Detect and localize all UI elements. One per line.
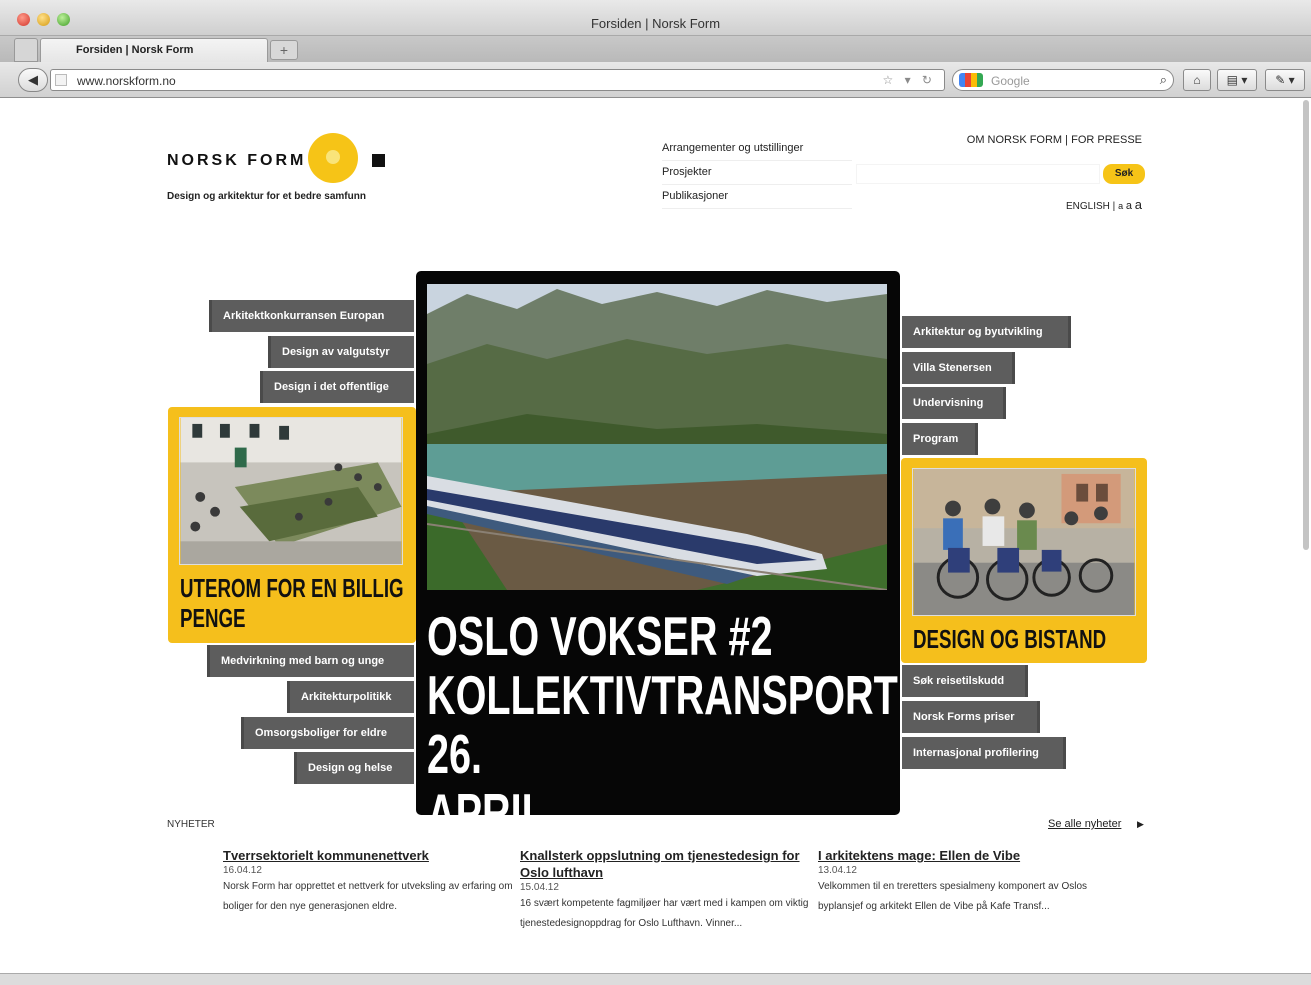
- url-text: www.norskform.no: [77, 74, 176, 88]
- home-button[interactable]: ⌂: [1183, 69, 1211, 91]
- bookmarks-button[interactable]: ▤ ▾: [1217, 69, 1257, 91]
- news-date: 15.04.12: [520, 882, 559, 893]
- tag-program[interactable]: Program: [902, 423, 978, 455]
- news-title-link[interactable]: I arkitektens mage: Ellen de Vibe: [818, 847, 1118, 864]
- nav-item-publikasjoner[interactable]: Publikasjoner: [662, 185, 852, 209]
- news-item: I arkitektens mage: Ellen de Vibe 13.04.…: [818, 847, 1118, 916]
- search-bar[interactable]: Google ⌕: [952, 69, 1174, 91]
- tag-design-av-valgutstyr[interactable]: Design av valgutstyr: [268, 336, 414, 368]
- search-button[interactable]: Søk: [1103, 164, 1145, 184]
- news-item: Knallsterk oppslutning om tjenestedesign…: [520, 847, 810, 933]
- feature-title-design-og-bistand[interactable]: DESIGN OG BISTAND: [913, 624, 1143, 654]
- hero-title[interactable]: OSLO VOKSER #2 KOLLEKTIVTRANSPORT 26. AP…: [427, 605, 898, 844]
- link-for-presse[interactable]: FOR PRESSE: [1071, 134, 1142, 146]
- hero-title-line3: APRIL: [427, 782, 546, 844]
- news-excerpt: Norsk Form har opprettet et nettverk for…: [223, 881, 513, 912]
- site-logo-text[interactable]: NORSK FORM: [167, 152, 306, 170]
- news-section-label: NYHETER: [167, 819, 215, 830]
- news-item: Tverrsektorielt kommunenettverk 16.04.12…: [223, 847, 513, 916]
- tag-norsk-forms-priser[interactable]: Norsk Forms priser: [902, 701, 1040, 733]
- hero-title-line1: OSLO VOKSER #2: [427, 605, 773, 667]
- news-date: 16.04.12: [223, 865, 262, 876]
- news-title-link[interactable]: Knallsterk oppslutning om tjenestedesign…: [520, 847, 810, 881]
- top-navigation: Arrangementer og utstillinger Prosjekter…: [662, 137, 852, 209]
- tag-design-og-helse[interactable]: Design og helse: [294, 752, 414, 784]
- new-tab-button[interactable]: +: [270, 40, 298, 60]
- hero-title-line2: KOLLEKTIVTRANSPORT 26.: [427, 664, 898, 785]
- search-placeholder: Google: [991, 74, 1030, 88]
- tag-arkitekturpolitikk[interactable]: Arkitekturpolitikk: [287, 681, 414, 713]
- news-title-link[interactable]: Tverrsektorielt kommunenettverk: [223, 847, 513, 864]
- window-titlebar: Forsiden | Norsk Form: [0, 0, 1311, 36]
- tab-bar: Forsiden | Norsk Form +: [0, 36, 1311, 62]
- tag-medvirkning-med-barn-og-unge[interactable]: Medvirkning med barn og unge: [207, 645, 414, 677]
- link-om-norsk-form[interactable]: OM NORSK FORM: [967, 134, 1062, 146]
- tab-list-button[interactable]: [14, 38, 38, 62]
- courtyard-photo: [179, 417, 403, 565]
- text-size-medium[interactable]: a: [1126, 200, 1132, 212]
- news-excerpt: Velkommen til en treretters spesialmeny …: [818, 881, 1087, 912]
- favicon-icon: [55, 74, 67, 86]
- text-size-small[interactable]: a: [1118, 201, 1123, 211]
- train-landscape-photo: [427, 284, 887, 590]
- back-button[interactable]: ◀: [18, 68, 48, 92]
- addon-button[interactable]: ✎ ▾: [1265, 69, 1305, 91]
- logo-dot-icon: [326, 150, 340, 164]
- tag-undervisning[interactable]: Undervisning: [902, 387, 1006, 419]
- tag-arkitektur-og-byutvikling[interactable]: Arkitektur og byutvikling: [902, 316, 1071, 348]
- feature-title-line2: PENGE: [180, 603, 246, 633]
- separator: |: [1065, 134, 1069, 146]
- tag-sok-reisetilskudd[interactable]: Søk reisetilskudd: [902, 665, 1028, 697]
- navigation-toolbar: ◀ www.norskform.no ☆ ▾ ↻ Google ⌕ ⌂ ▤ ▾ …: [0, 62, 1311, 98]
- google-logo-icon[interactable]: [959, 73, 983, 87]
- nav-item-arrangementer[interactable]: Arrangementer og utstillinger: [662, 137, 852, 161]
- bookmark-star-icon[interactable]: ☆ ▾ ↻: [882, 73, 936, 87]
- language-bar: ENGLISH | a a a: [1066, 197, 1142, 212]
- browser-status-bar: [0, 973, 1311, 985]
- search-icon[interactable]: ⌕: [1160, 72, 1167, 88]
- nav-item-prosjekter[interactable]: Prosjekter: [662, 161, 852, 185]
- scrollbar-thumb[interactable]: [1303, 100, 1309, 550]
- site-search-input[interactable]: [856, 164, 1100, 184]
- logo-square-icon: [372, 154, 385, 167]
- tag-internasjonal-profilering[interactable]: Internasjonal profilering: [902, 737, 1066, 769]
- tab-forsiden[interactable]: Forsiden | Norsk Form: [40, 38, 268, 62]
- tab-title: Forsiden | Norsk Form: [76, 44, 194, 56]
- wheelchair-photo: [912, 468, 1136, 616]
- tag-villa-stenersen[interactable]: Villa Stenersen: [902, 352, 1015, 384]
- feature-card-uterom[interactable]: UTEROM FOR EN BILLIG PENGE: [168, 407, 416, 643]
- tag-arkitektkonkurransen-europan[interactable]: Arkitektkonkurransen Europan: [209, 300, 414, 332]
- address-bar[interactable]: www.norskform.no ☆ ▾ ↻: [50, 69, 945, 91]
- tag-design-i-det-offentlige[interactable]: Design i det offentlige: [260, 371, 414, 403]
- arrow-right-icon[interactable]: ▶: [1137, 819, 1144, 830]
- window-title: Forsiden | Norsk Form: [590, 16, 721, 31]
- site-tagline: Design og arkitektur for et bedre samfun…: [167, 191, 366, 202]
- utility-links: OM NORSK FORM | FOR PRESSE: [967, 134, 1142, 146]
- feature-title-line1: UTEROM FOR EN BILLIG: [180, 573, 404, 603]
- see-all-news-link[interactable]: Se alle nyheter: [1048, 818, 1121, 830]
- text-size-large[interactable]: a: [1135, 197, 1142, 212]
- tag-omsorgsboliger-for-eldre[interactable]: Omsorgsboliger for eldre: [241, 717, 414, 749]
- separator: |: [1112, 201, 1116, 212]
- link-english[interactable]: ENGLISH: [1066, 201, 1110, 212]
- news-excerpt: 16 svært kompetente fagmiljøer har vært …: [520, 898, 809, 929]
- feature-card-design-og-bistand[interactable]: DESIGN OG BISTAND: [901, 458, 1147, 663]
- news-date: 13.04.12: [818, 865, 857, 876]
- feature-title-uterom[interactable]: UTEROM FOR EN BILLIG PENGE: [180, 573, 410, 633]
- hero-feature[interactable]: OSLO VOKSER #2 KOLLEKTIVTRANSPORT 26. AP…: [416, 271, 900, 843]
